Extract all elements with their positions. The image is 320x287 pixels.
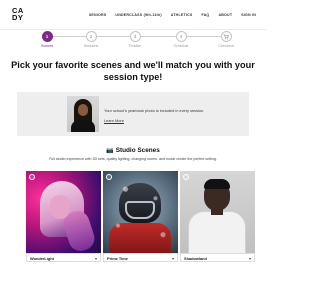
- step-number: 1: [41, 31, 53, 42]
- cart-icon: [220, 31, 232, 42]
- step-schedule[interactable]: 4 Schedule: [161, 31, 201, 48]
- step-number: 2: [85, 31, 97, 42]
- nav-seniors[interactable]: SENIORS: [89, 13, 107, 17]
- scene-card-wonderlight[interactable]: WonderLight ▾: [26, 171, 101, 262]
- scene-name: WonderLight: [30, 256, 54, 261]
- section-title-text: Studio Scenes: [115, 147, 160, 154]
- select-radio[interactable]: [29, 174, 35, 180]
- page-headline: Pick your favorite scenes and we'll matc…: [11, 60, 255, 82]
- main-nav: SENIORS UNDERCLASS (9th-11th) ATHLETICS …: [89, 13, 256, 17]
- logo-line-2: DY: [12, 13, 24, 22]
- step-checkout[interactable]: Checkout: [206, 31, 246, 48]
- section-description: Full studio experience with 3D sets, qua…: [49, 157, 217, 161]
- step-label: Schedule: [173, 44, 189, 48]
- step-number: 4: [175, 31, 187, 42]
- chevron-down-icon: ▾: [248, 255, 251, 261]
- nav-underclass[interactable]: UNDERCLASS (9th-11th): [115, 13, 161, 17]
- yearbook-info-text: Your school's yearbook photo is included…: [104, 108, 205, 113]
- step-label: Sessions: [83, 44, 99, 48]
- yearbook-photo: [67, 96, 99, 132]
- section-title: 📷 Studio Scenes: [0, 147, 266, 154]
- top-bar: CA DY SENIORS UNDERCLASS (9th-11th) ATHL…: [0, 0, 266, 30]
- select-radio[interactable]: [183, 174, 189, 180]
- nav-sign-in[interactable]: SIGN IN: [241, 13, 256, 17]
- nav-faq[interactable]: FAQ: [201, 13, 209, 17]
- chevron-down-icon: ▾: [171, 255, 174, 261]
- step-label: Checkout: [218, 44, 234, 48]
- logo[interactable]: CA DY: [12, 7, 26, 22]
- camera-icon: 📷: [106, 148, 114, 154]
- step-label: Scenes: [41, 44, 53, 48]
- step-number: 3: [129, 31, 141, 42]
- scene-name-bar[interactable]: WonderLight ▾: [26, 253, 101, 262]
- scene-name: Shadowland: [184, 256, 207, 261]
- scene-name-bar[interactable]: Shadowland ▾: [180, 253, 255, 262]
- step-sessions[interactable]: 2 Sessions: [71, 31, 111, 48]
- scene-name-bar[interactable]: Prime Time ▾: [103, 253, 178, 262]
- step-label: Finalize: [128, 44, 142, 48]
- scene-card-shadowland[interactable]: Shadowland ▾: [180, 171, 255, 262]
- scene-card-prime-time[interactable]: Prime Time ▾: [103, 171, 178, 262]
- nav-about[interactable]: ABOUT: [218, 13, 232, 17]
- yearbook-info-band: Your school's yearbook photo is included…: [17, 92, 249, 136]
- nav-athletics[interactable]: ATHLETICS: [171, 13, 193, 17]
- step-scenes[interactable]: 1 Scenes: [27, 31, 67, 48]
- select-radio[interactable]: [106, 174, 112, 180]
- chevron-down-icon: ▾: [94, 255, 97, 261]
- scene-name: Prime Time: [107, 256, 128, 261]
- step-finalize[interactable]: 3 Finalize: [115, 31, 155, 48]
- learn-more-link[interactable]: Learn More: [104, 118, 124, 123]
- progress-stepper: 1 Scenes 2 Sessions 3 Finalize 4 Schedul…: [0, 30, 266, 50]
